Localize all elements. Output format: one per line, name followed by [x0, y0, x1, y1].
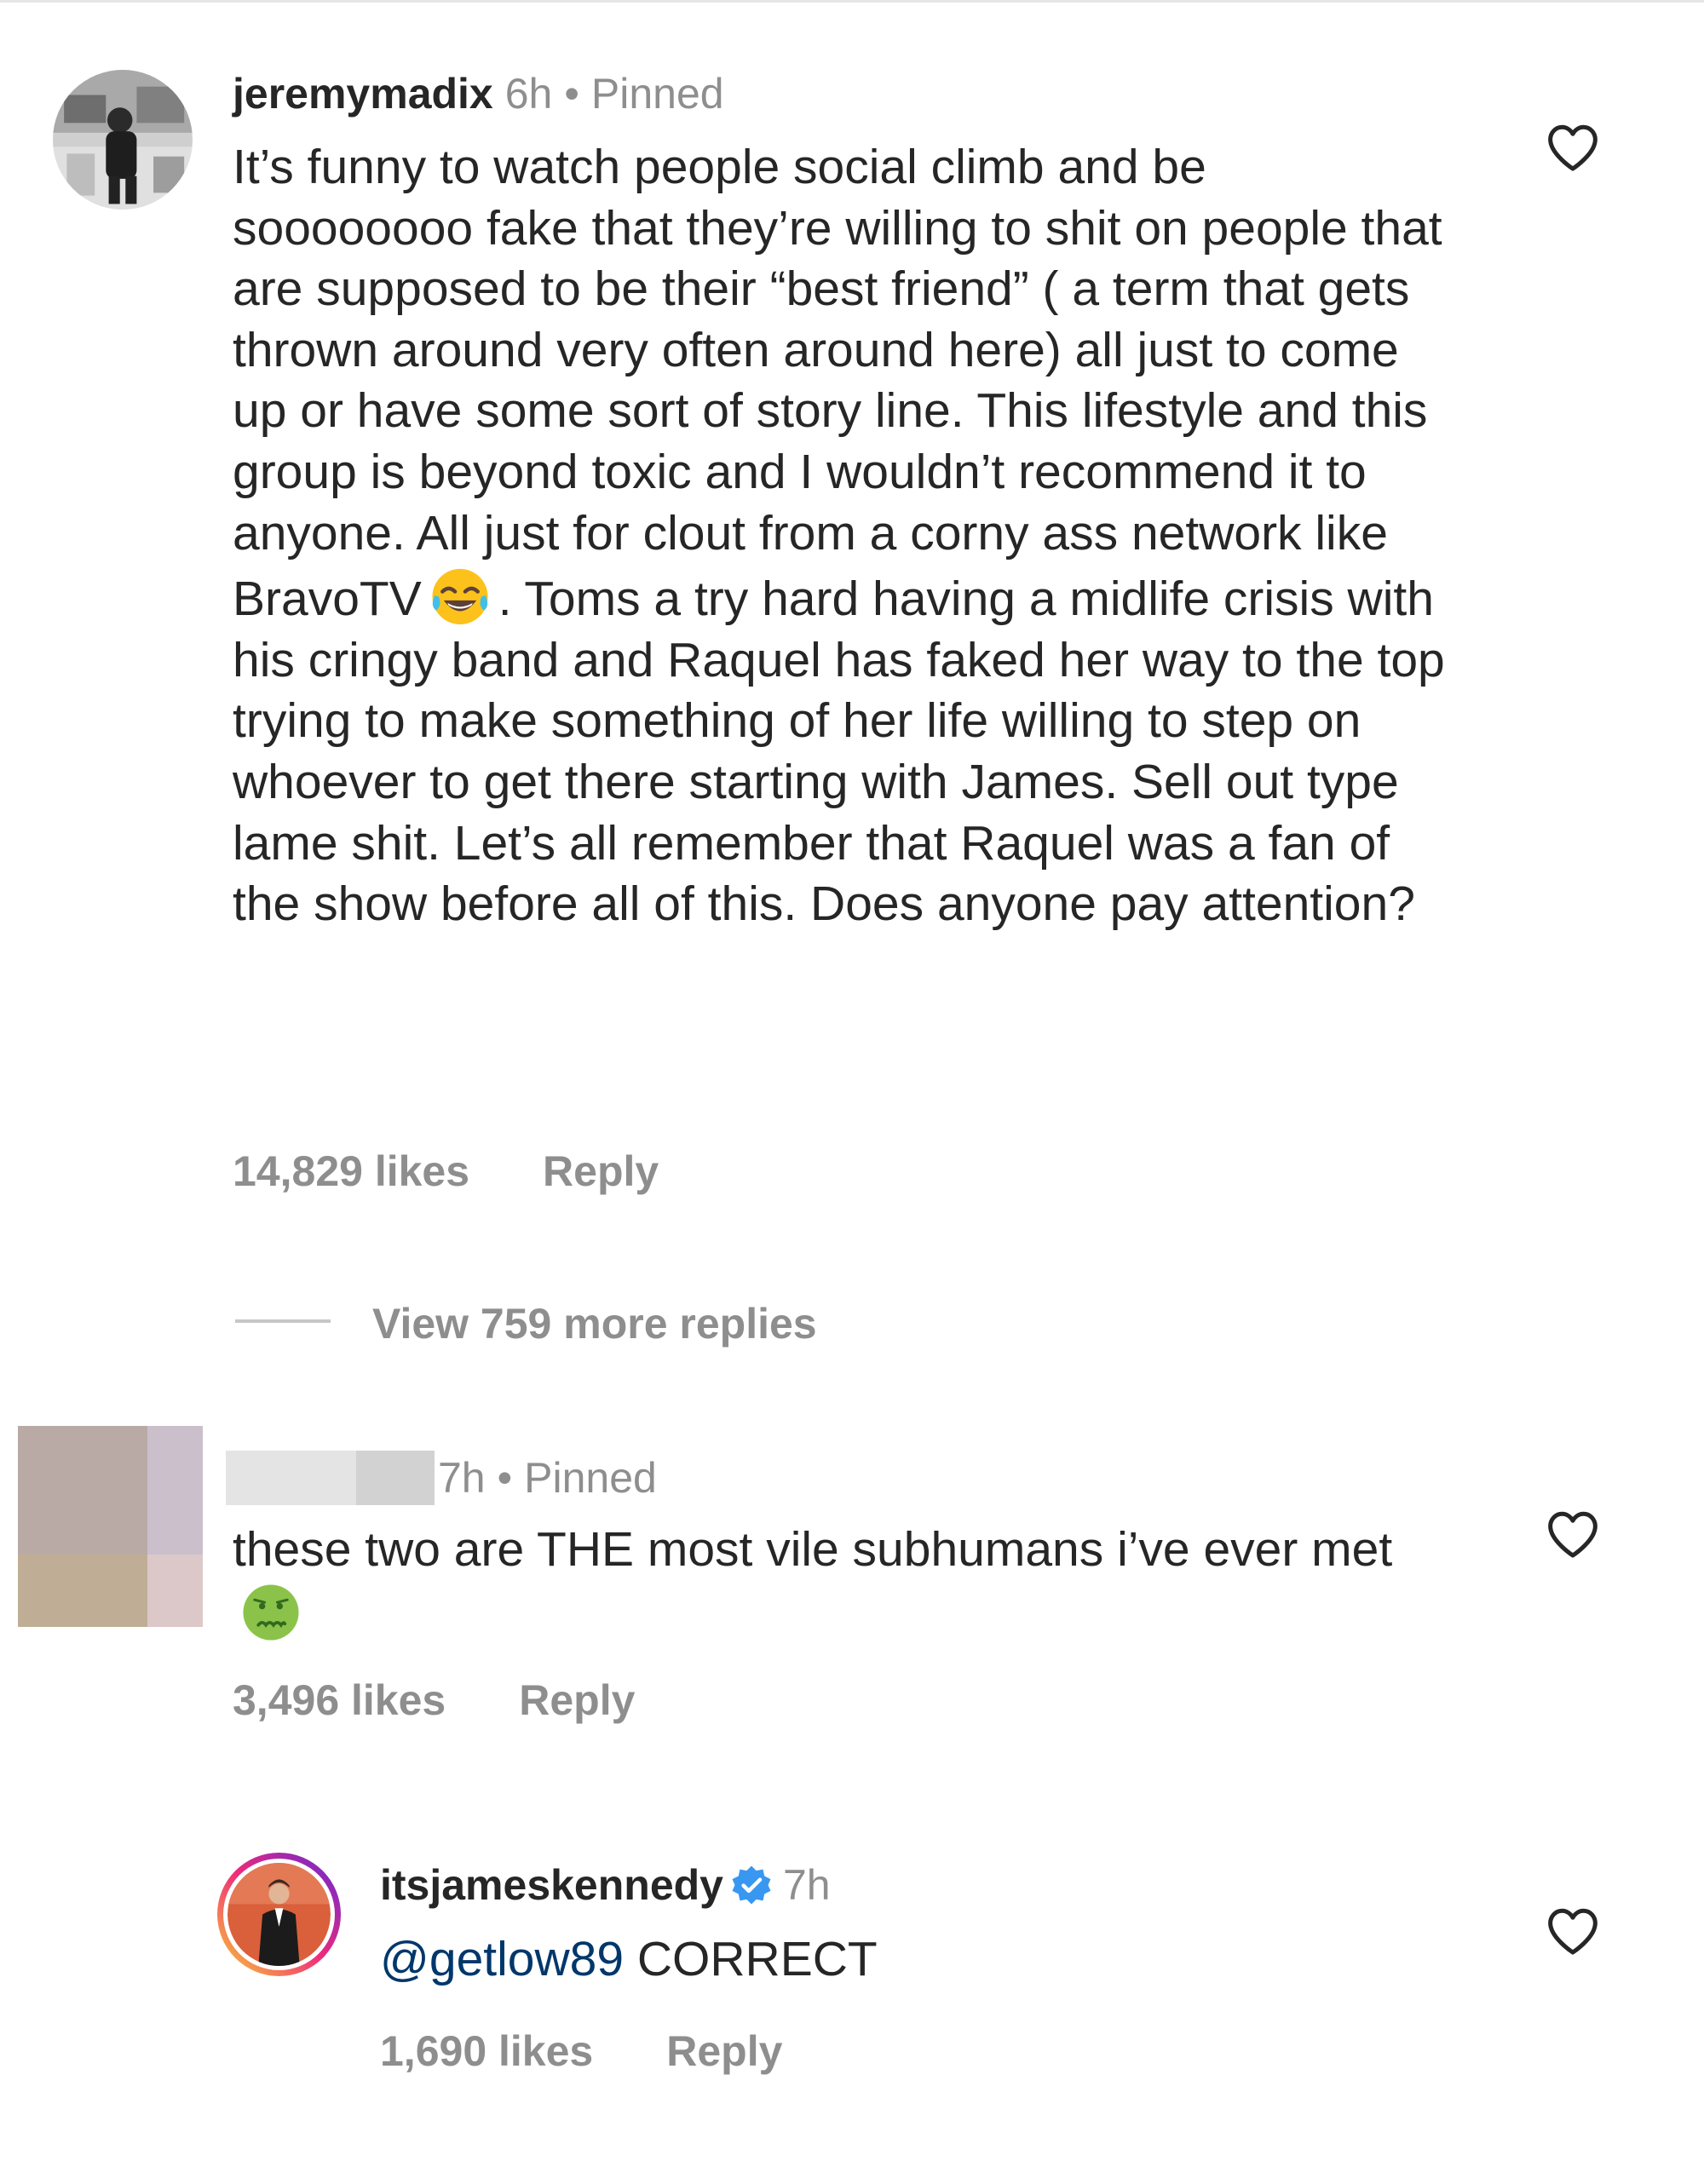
timestamp[interactable]: 7h [783, 1861, 831, 1909]
username[interactable]: itsjameskennedy [380, 1861, 723, 1909]
nauseated-face-icon [239, 1581, 302, 1644]
blurred-avatar [147, 1426, 203, 1555]
reply-button[interactable]: Reply [519, 1676, 635, 1724]
comment-text: these two are THE most vile subhumans i’… [233, 1520, 1451, 1647]
comment-meta: itsjameskennedy 7h [380, 1859, 831, 1911]
username[interactable]: jeremymadix [233, 70, 493, 118]
blurred-username [356, 1451, 435, 1505]
comment-text: @getlow89 CORRECT [380, 1929, 1488, 1991]
comment-actions: 14,829 likes Reply [233, 1146, 659, 1197]
top-divider [0, 0, 1704, 3]
face-with-tears-of-joy-icon [429, 564, 492, 627]
blurred-avatar [147, 1555, 203, 1627]
comment-text: It’s funny to watch people social climb … [233, 137, 1451, 935]
timestamp[interactable]: 7h [438, 1454, 486, 1502]
pinned-label: Pinned [590, 70, 724, 118]
comment-meta: 7h • Pinned [438, 1452, 657, 1503]
reply-button[interactable]: Reply [543, 1147, 659, 1195]
avatar[interactable] [18, 1426, 203, 1627]
likes-count[interactable]: 14,829 likes [233, 1147, 469, 1195]
avatar-photo [223, 1859, 335, 1970]
likes-count[interactable]: 1,690 likes [380, 2027, 593, 2075]
comment-actions: 1,690 likes Reply [380, 2026, 782, 2077]
comment-actions: 3,496 likes Reply [233, 1675, 635, 1726]
pinned-label: Pinned [524, 1454, 657, 1502]
mention-link[interactable]: @getlow89 [380, 1932, 624, 1986]
heart-outline-icon [1548, 1908, 1598, 1955]
avatar-photo [53, 70, 193, 210]
blurred-avatar [18, 1555, 147, 1627]
heart-outline-icon [1548, 1511, 1598, 1558]
separator-dot: • [497, 1454, 513, 1502]
like-button[interactable] [1546, 1509, 1600, 1559]
comment-text-content: these two are THE most vile subhumans i’… [233, 1522, 1393, 1577]
reply-button[interactable]: Reply [666, 2027, 782, 2075]
like-button[interactable] [1546, 1906, 1600, 1956]
avatar[interactable] [53, 70, 193, 210]
comment-meta: jeremymadix 6h • Pinned [233, 68, 724, 119]
heart-outline-icon [1548, 124, 1598, 171]
replies-divider [235, 1319, 331, 1323]
verified-badge-icon [730, 1864, 773, 1906]
separator-dot: • [564, 70, 579, 118]
timestamp[interactable]: 6h [505, 70, 553, 118]
likes-count[interactable]: 3,496 likes [233, 1676, 446, 1724]
view-replies-button[interactable]: View 759 more replies [372, 1298, 817, 1349]
comment-text-part-1: It’s funny to watch people social climb … [233, 140, 1442, 627]
avatar[interactable] [217, 1853, 341, 1976]
like-button[interactable] [1546, 123, 1600, 172]
comment-text-content: CORRECT [636, 1932, 878, 1986]
